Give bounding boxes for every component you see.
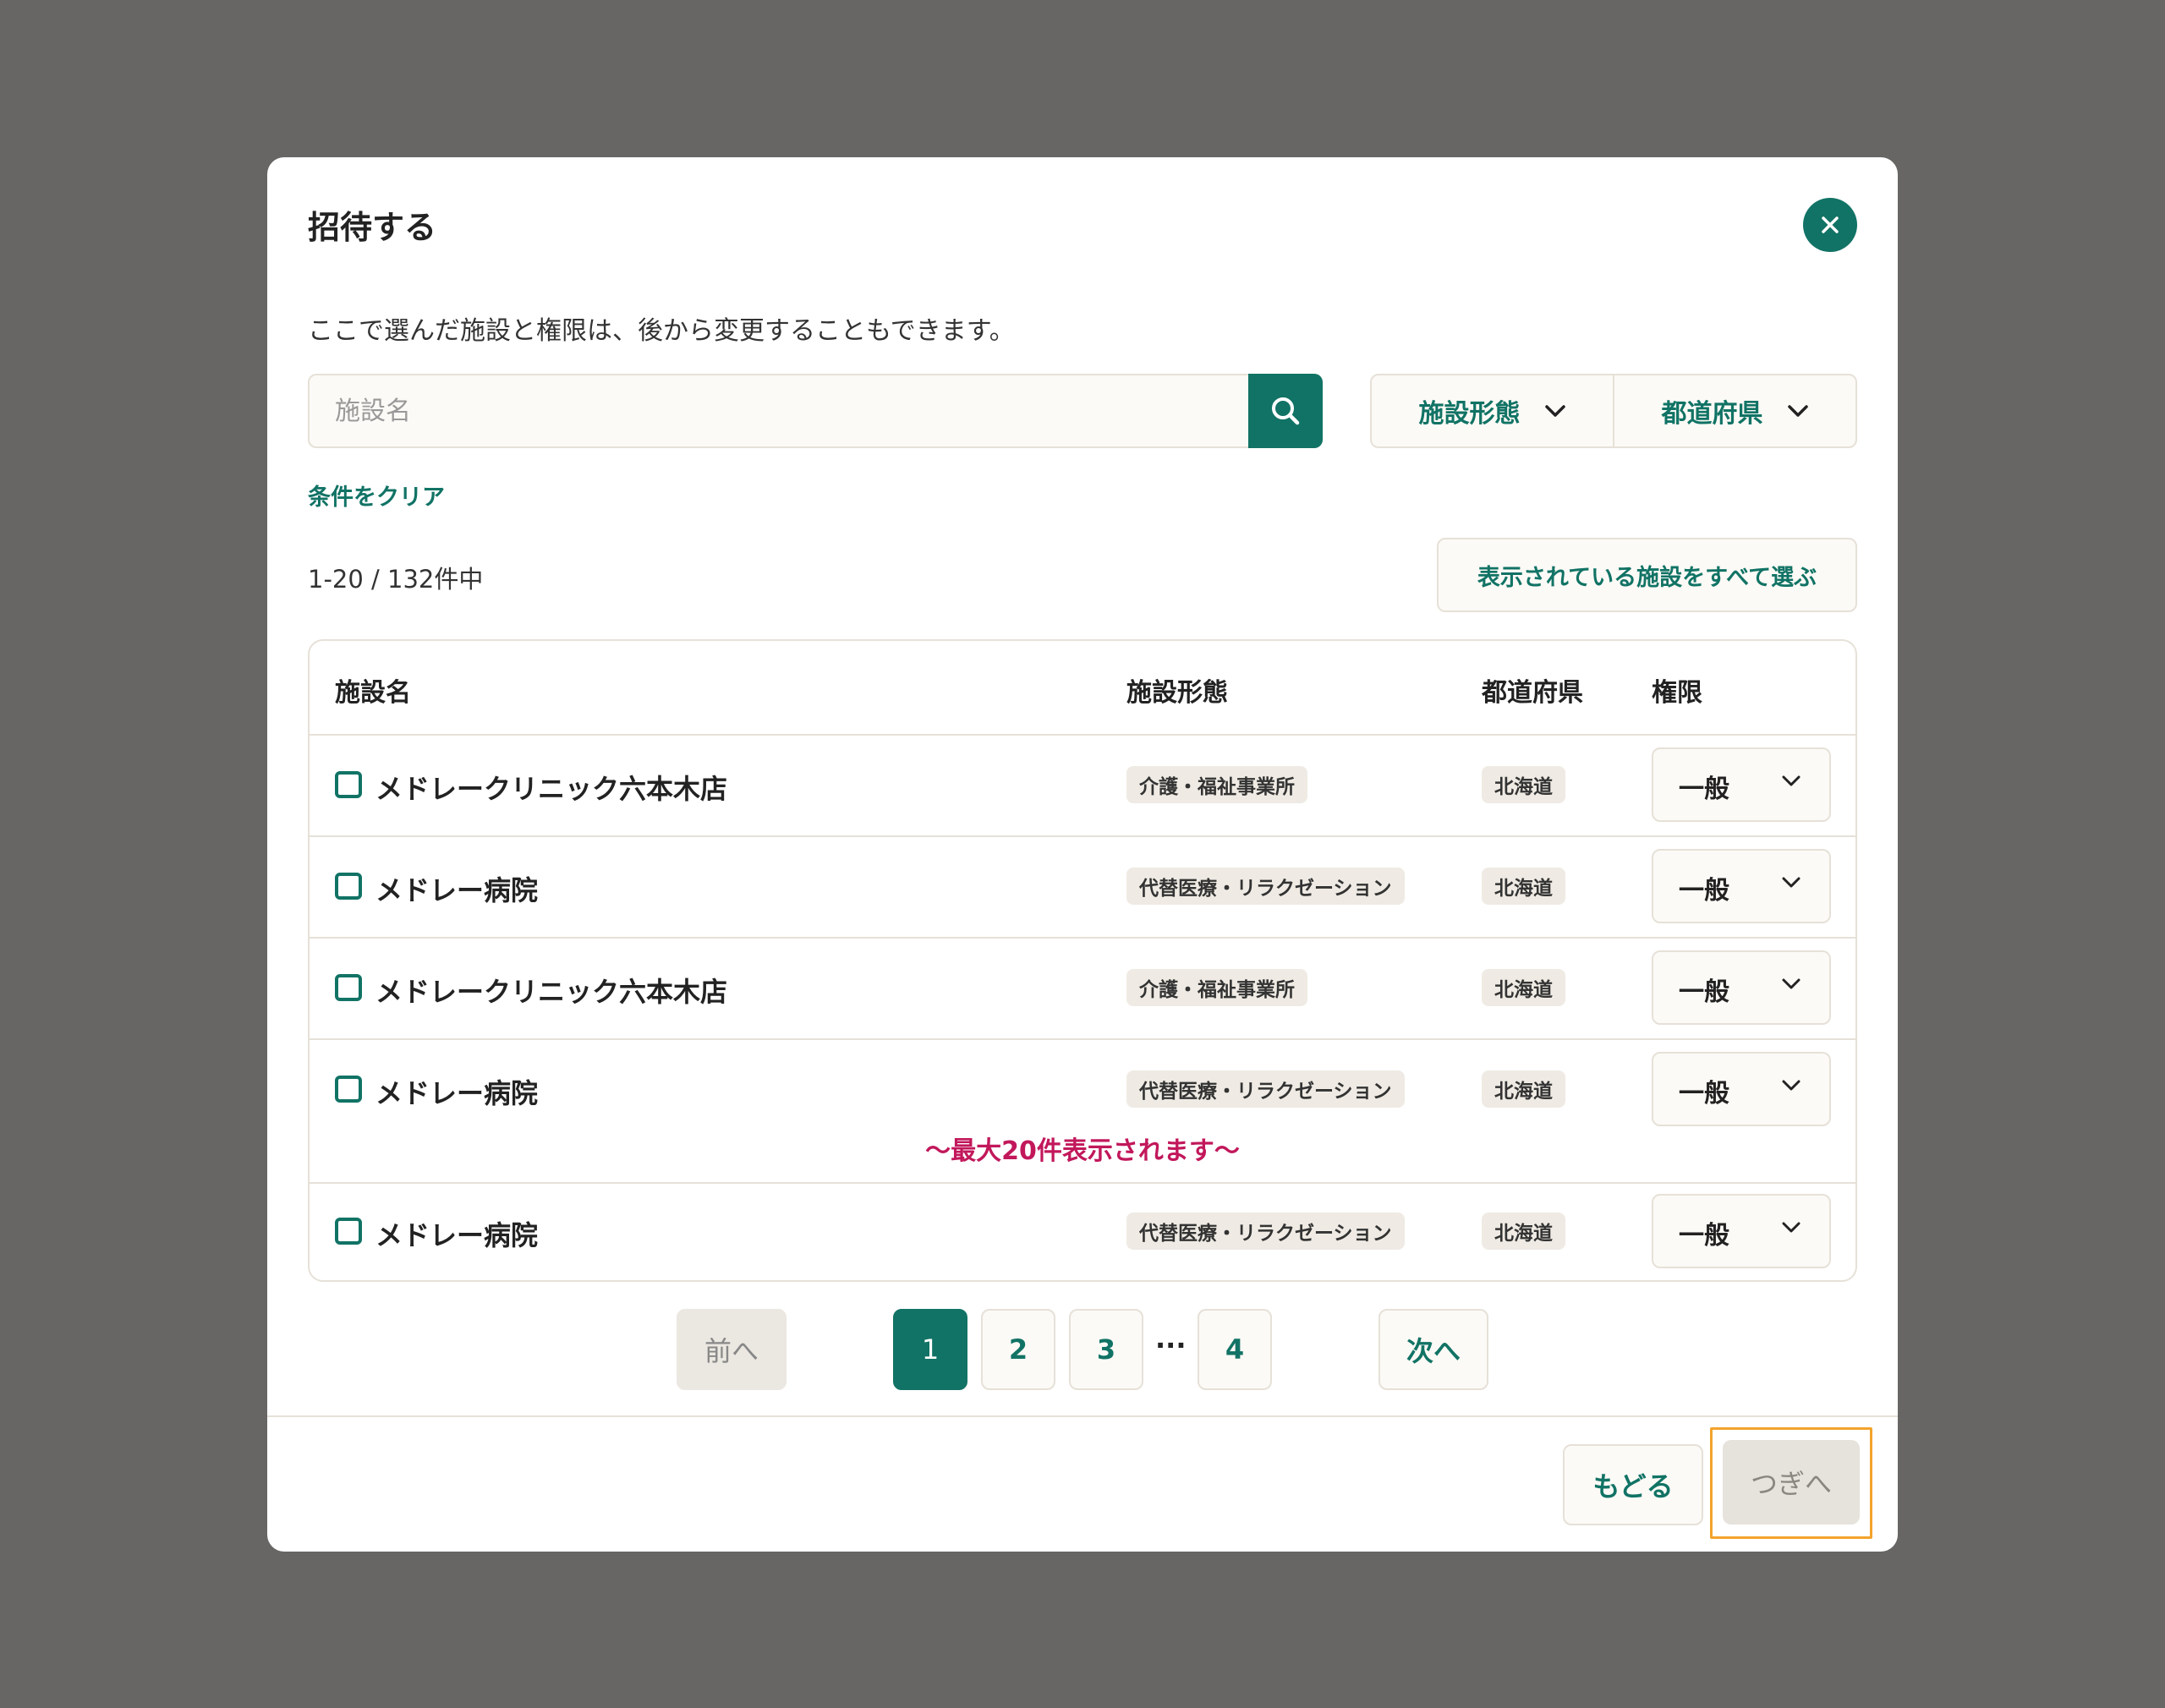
back-button[interactable]: もどる [1563,1444,1703,1525]
facility-type-tag: 代替医療・リラクゼーション [1126,868,1405,905]
permission-select[interactable]: 一般 [1652,950,1831,1025]
next-page-button[interactable]: 次へ [1378,1309,1488,1390]
permission-value: 一般 [1679,876,1729,906]
permission-select[interactable]: 一般 [1652,1052,1831,1126]
facility-type-tag: 介護・福祉事業所 [1126,766,1307,803]
row-checkbox[interactable] [335,771,362,798]
pagination-ellipsis: ··· [1155,1329,1187,1361]
column-header-type: 施設形態 [1126,678,1228,708]
search-input[interactable] [310,375,1248,446]
next-button-highlight: つぎへ [1710,1427,1872,1539]
facility-name: メドレー病院 [375,1219,539,1251]
chevron-down-icon [1787,405,1808,417]
column-header-name: 施設名 [335,678,411,708]
table-row: メドレークリニック六本木店 介護・福祉事業所 北海道 一般 [310,937,1855,1038]
chevron-down-icon [1782,877,1801,888]
permission-select[interactable]: 一般 [1652,1194,1831,1268]
dialog-description: ここで選んだ施設と権限は、後から変更することもできます。 [308,316,1015,346]
facility-table: 施設名 施設形態 都道府県 権限 メドレークリニック六本木店 介護・福祉事業所 … [308,639,1857,1282]
row-checkbox[interactable] [335,974,362,1001]
permission-select[interactable]: 一般 [1652,849,1831,923]
chevron-down-icon [1782,978,1801,989]
chevron-down-icon [1782,1080,1801,1091]
search-box [308,374,1323,448]
result-count: 1-20 / 132件中 [308,565,484,594]
permission-value: 一般 [1679,977,1729,1007]
page-button-4[interactable]: 4 [1198,1309,1272,1390]
column-header-permission: 権限 [1652,678,1702,708]
filter-group: 施設形態 都道府県 [1370,374,1857,448]
table-row: メドレークリニック六本木店 介護・福祉事業所 北海道 一般 [310,734,1855,835]
chevron-down-icon [1544,405,1565,417]
prefecture-tag: 北海道 [1482,868,1565,905]
filter-label: 都道府県 [1661,399,1763,429]
max-results-note: 〜最大20件表示されます〜 [925,1136,1240,1166]
column-header-prefecture: 都道府県 [1482,678,1583,708]
next-button[interactable]: つぎへ [1723,1440,1860,1525]
close-icon [1822,216,1839,233]
prev-page-button[interactable]: 前へ [677,1309,787,1390]
clear-conditions-link[interactable]: 条件をクリア [308,479,445,512]
table-row: メドレー病院 代替医療・リラクゼーション 北海道 一般 [310,1182,1855,1280]
search-button[interactable] [1248,374,1323,448]
chevron-down-icon [1782,775,1801,786]
facility-type-tag: 代替医療・リラクゼーション [1126,1070,1405,1108]
row-checkbox[interactable] [335,1218,362,1245]
dialog-title: 招待する [308,209,437,246]
prefecture-tag: 北海道 [1482,1213,1565,1250]
prefecture-tag: 北海道 [1482,766,1565,803]
prefecture-tag: 北海道 [1482,969,1565,1006]
facility-name: メドレー病院 [375,1077,539,1109]
facility-type-tag: 介護・福祉事業所 [1126,969,1307,1006]
select-all-button[interactable]: 表示されている施設をすべて選ぶ [1437,538,1857,612]
footer-divider [267,1415,1898,1417]
permission-value: 一般 [1679,775,1729,804]
facility-type-tag: 代替医療・リラクゼーション [1126,1213,1405,1250]
page-button-3[interactable]: 3 [1069,1309,1143,1390]
permission-select[interactable]: 一般 [1652,747,1831,822]
page-button-1[interactable]: 1 [893,1309,967,1390]
row-checkbox[interactable] [335,1076,362,1103]
facility-type-filter[interactable]: 施設形態 [1372,375,1613,446]
row-checkbox[interactable] [335,873,362,900]
facility-name: メドレー病院 [375,874,539,906]
prefecture-tag: 北海道 [1482,1070,1565,1108]
page-button-2[interactable]: 2 [981,1309,1055,1390]
permission-value: 一般 [1679,1079,1729,1109]
facility-name: メドレークリニック六本木店 [375,976,728,1008]
prefecture-filter[interactable]: 都道府県 [1613,375,1855,446]
invite-dialog: 招待する ここで選んだ施設と権限は、後から変更することもできます。 施設形態 都… [267,157,1898,1552]
table-row: メドレー病院 代替医療・リラクゼーション 北海道 一般 [310,835,1855,937]
search-icon [1272,397,1300,425]
permission-value: 一般 [1679,1221,1729,1251]
facility-name: メドレークリニック六本木店 [375,773,728,805]
chevron-down-icon [1782,1222,1801,1233]
close-button[interactable] [1803,198,1857,252]
filter-label: 施設形態 [1418,399,1521,429]
